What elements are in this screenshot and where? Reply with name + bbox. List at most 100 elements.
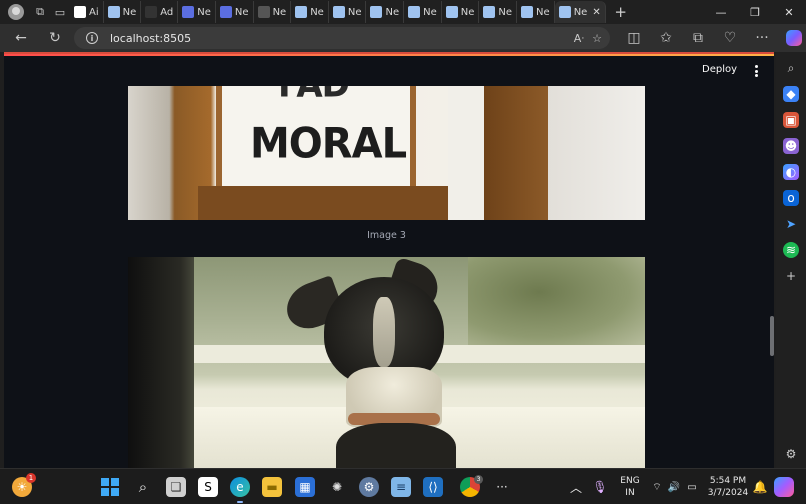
window-controls: — ❐ ✕	[704, 0, 806, 24]
scrollbar-thumb[interactable]	[770, 316, 774, 356]
image-3: FAD MORAL	[128, 86, 645, 220]
tab-0[interactable]: Ai	[70, 1, 104, 23]
more-apps-icon[interactable]: ···	[492, 477, 512, 497]
tab-8[interactable]: Ne	[366, 1, 405, 23]
tab-4[interactable]: Ne	[216, 1, 254, 23]
tools-icon[interactable]: ▣	[783, 112, 799, 128]
page-icon	[521, 6, 534, 18]
people-icon[interactable]: ☻	[783, 138, 799, 154]
tab-6[interactable]: Ne	[291, 1, 329, 23]
copilot-sidebar-icon[interactable]: ◐	[783, 164, 799, 180]
task-view-icon[interactable]: ❏	[166, 477, 186, 497]
deploy-button[interactable]: Deploy	[702, 64, 737, 75]
tab-3[interactable]: Ne	[178, 1, 216, 23]
circle-icon	[145, 6, 158, 18]
start-windows-icon[interactable]	[100, 477, 120, 497]
copilot-taskbar-icon[interactable]	[774, 477, 794, 497]
tab-list: Ai Ne Ad Ne Ne Ne Ne Ne Ne Ne Ne Ne Ne	[70, 1, 555, 23]
info-icon[interactable]: i	[86, 32, 98, 44]
read-aloud-icon[interactable]: Aᐧ	[574, 32, 584, 45]
shopping-tag-icon[interactable]: ◆	[783, 86, 799, 102]
search-icon[interactable]: ⌕	[783, 60, 799, 76]
microphone-icon[interactable]: 🎙	[590, 477, 610, 497]
collections-icon[interactable]: ⧉	[682, 25, 714, 51]
tab-9[interactable]: Ne	[404, 1, 442, 23]
main-menu-icon[interactable]	[754, 65, 758, 77]
profile-avatar[interactable]	[8, 4, 24, 20]
favorites-icon[interactable]: ✩	[650, 25, 682, 51]
more-options-icon[interactable]: ···	[746, 25, 778, 51]
tab-label: Ne	[310, 6, 324, 18]
outlook-icon[interactable]: o	[783, 190, 799, 206]
tab-label: Ne	[573, 6, 588, 18]
chevron-up-icon[interactable]: ︿	[566, 477, 586, 497]
active-indicator	[237, 501, 243, 503]
url-text[interactable]: localhost:8505	[110, 32, 191, 45]
copilot-icon[interactable]	[778, 25, 806, 51]
page-icon	[558, 6, 571, 18]
close-window-icon[interactable]: ✕	[772, 0, 806, 24]
tab-label: Ad	[160, 6, 174, 18]
new-tab-button[interactable]: +	[610, 3, 632, 21]
send-icon[interactable]: ➤	[783, 216, 799, 232]
file-explorer-icon[interactable]: ▬	[262, 477, 282, 497]
battery-icon[interactable]: ▭	[682, 477, 702, 497]
browser-toolbar: ← ↻ i localhost:8505 Aᐧ ☆ ◫ ✩ ⧉ ♡ ···	[0, 24, 806, 52]
split-screen-icon[interactable]: ◫	[618, 25, 650, 51]
page-icon	[370, 6, 383, 18]
tab-label: Ne	[347, 6, 362, 18]
minimize-icon[interactable]: —	[704, 0, 738, 24]
tab-label: Ne	[385, 6, 400, 18]
chrome-badge: 3	[474, 475, 483, 484]
close-tab-icon[interactable]: ✕	[592, 7, 600, 18]
tab-label: Ne	[272, 6, 287, 18]
tab-label: Ne	[498, 6, 513, 18]
page-icon	[257, 6, 270, 18]
tab-actions-icon[interactable]: ▭	[50, 2, 70, 22]
screen: ⧉ ▭ Ai Ne Ad Ne Ne Ne Ne Ne Ne Ne Ne Ne Ne Ne ✕ + — …	[0, 0, 806, 504]
favorite-star-icon[interactable]: ☆	[592, 32, 602, 45]
edge-icon[interactable]: e	[230, 477, 250, 497]
page-icon	[332, 6, 345, 18]
notification-bell-icon[interactable]: 🔔	[750, 477, 770, 497]
page-icon	[483, 6, 496, 18]
notepad-icon[interactable]: ≡	[391, 477, 411, 497]
github-icon	[74, 6, 86, 18]
image-caption: Image 3	[367, 230, 406, 241]
store-icon[interactable]: ▦	[295, 477, 315, 497]
tab-active[interactable]: Ne ✕	[554, 1, 606, 23]
search-icon[interactable]: ⌕	[133, 477, 153, 497]
browser-essentials-icon[interactable]: ♡	[714, 25, 746, 51]
shield-icon	[219, 6, 232, 18]
tab-label: Ai	[89, 6, 99, 18]
tab-2[interactable]: Ad	[141, 1, 179, 23]
tab-12[interactable]: Ne	[517, 1, 555, 23]
page-viewport: Deploy FAD MORAL Image 3	[4, 52, 774, 468]
toolbar-actions: ◫ ✩ ⧉ ♡ ···	[618, 24, 806, 52]
image-4	[128, 257, 645, 468]
address-bar[interactable]: i localhost:8505 Aᐧ ☆	[74, 27, 610, 49]
workspaces-icon[interactable]: ⧉	[30, 2, 50, 22]
edge-sidebar: ⌕ ◆ ▣ ☻ ◐ o ➤ ≋ +	[776, 52, 806, 468]
tab-11[interactable]: Ne	[479, 1, 518, 23]
tab-10[interactable]: Ne	[442, 1, 480, 23]
tab-7[interactable]: Ne	[329, 1, 367, 23]
tab-5[interactable]: Ne	[254, 1, 292, 23]
chatgpt-icon[interactable]: ✺	[327, 477, 347, 497]
add-icon[interactable]: +	[783, 268, 799, 284]
restore-icon[interactable]: ❐	[738, 0, 772, 24]
clock[interactable]: 5:54 PM 3/7/2024	[700, 475, 756, 499]
settings-gear-icon[interactable]: ⚙	[783, 446, 799, 462]
refresh-icon[interactable]: ↻	[42, 25, 68, 51]
vscode-icon[interactable]: ⟨⟩	[423, 477, 443, 497]
tab-strip: ⧉ ▭ Ai Ne Ad Ne Ne Ne Ne Ne Ne Ne Ne Ne Ne Ne ✕ + — …	[0, 0, 806, 24]
language-indicator[interactable]: ENG IN	[616, 475, 644, 499]
tab-label: Ne	[122, 6, 137, 18]
tab-label: Ne	[234, 6, 249, 18]
volume-icon[interactable]: 🔊	[664, 477, 684, 497]
tab-1[interactable]: Ne	[104, 1, 142, 23]
back-arrow-icon[interactable]: ←	[8, 25, 34, 51]
spotify-icon[interactable]: ≋	[783, 242, 799, 258]
settings-icon[interactable]: ⚙	[359, 477, 379, 497]
app-s-icon[interactable]: S	[198, 477, 218, 497]
